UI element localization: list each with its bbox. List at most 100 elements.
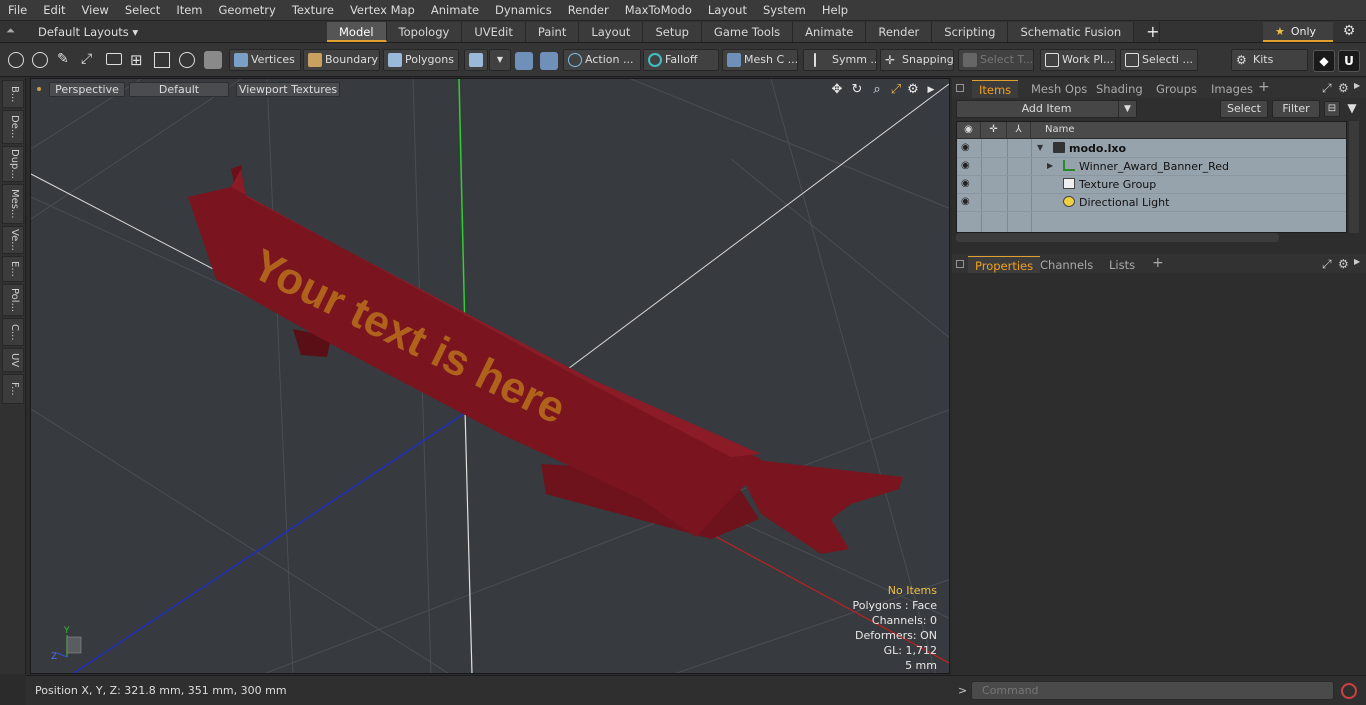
- layers-icon[interactable]: [106, 53, 122, 65]
- properties-arrow-icon[interactable]: ▶: [1354, 257, 1360, 266]
- menu-dynamics[interactable]: Dynamics: [487, 0, 560, 21]
- add-tab-icon[interactable]: +: [1134, 22, 1161, 42]
- tree-vertical-scrollbar[interactable]: [1349, 121, 1359, 233]
- tab-properties[interactable]: Properties: [968, 256, 1041, 274]
- only-toggle[interactable]: ★ Only: [1263, 22, 1333, 42]
- selection-button[interactable]: Selecti ...: [1120, 49, 1198, 71]
- menu-maxtomodo[interactable]: MaxToModo: [617, 0, 700, 21]
- symmetry-button[interactable]: Symm ...: [803, 49, 877, 71]
- filter-button[interactable]: Filter: [1272, 100, 1320, 118]
- menu-render[interactable]: Render: [560, 0, 617, 21]
- tab-schematic-fusion[interactable]: Schematic Fusion: [1008, 22, 1135, 42]
- up-arrow-icon[interactable]: ⏶: [6, 24, 20, 38]
- menu-animate[interactable]: Animate: [423, 0, 487, 21]
- pan-icon[interactable]: ✥: [829, 82, 845, 98]
- strip-tab-basic[interactable]: B...: [2, 80, 24, 108]
- tab-mesh-ops[interactable]: Mesh Ops: [1024, 80, 1094, 98]
- menu-file[interactable]: File: [0, 0, 35, 21]
- funnel-icon[interactable]: ▼: [1344, 101, 1360, 117]
- layout-selector[interactable]: Default Layouts ▾: [30, 23, 146, 41]
- menu-system[interactable]: System: [755, 0, 814, 21]
- select-button[interactable]: Select: [1220, 100, 1268, 118]
- strip-tab-fusion[interactable]: F...: [2, 374, 24, 404]
- tab-lists[interactable]: Lists: [1102, 256, 1142, 274]
- viewport-textures-button[interactable]: Viewport Textures: [236, 82, 340, 97]
- viewport-menu-dot[interactable]: [37, 87, 41, 91]
- tree-row-texture-group[interactable]: ◉ Texture Group: [957, 176, 1346, 194]
- tab-shading[interactable]: Shading: [1089, 80, 1150, 98]
- add-panel-tab-icon[interactable]: +: [1258, 79, 1270, 95]
- tab-scripting[interactable]: Scripting: [932, 22, 1009, 42]
- type-column-icon[interactable]: ⅄: [1007, 122, 1031, 139]
- tab-items[interactable]: Items: [972, 80, 1019, 98]
- menu-item[interactable]: Item: [168, 0, 210, 21]
- shading-mode-button[interactable]: Default: [129, 82, 229, 97]
- cube-icon[interactable]: [204, 51, 222, 69]
- brush-icon[interactable]: ⤢: [81, 51, 92, 67]
- falloff-button[interactable]: Falloff: [643, 49, 719, 71]
- expand-arrow-icon[interactable]: ▶: [1047, 161, 1053, 170]
- shield-icon[interactable]: [515, 52, 533, 70]
- zoom-icon[interactable]: ⌕: [869, 82, 885, 98]
- mesh-constraint-button[interactable]: Mesh C ...: [722, 49, 798, 71]
- tab-channels[interactable]: Channels: [1033, 256, 1100, 274]
- winner-award-banner[interactable]: Your text is here: [188, 165, 903, 554]
- view-type-button[interactable]: Perspective: [49, 82, 125, 97]
- add-item-button[interactable]: Add Item ▼: [956, 100, 1137, 118]
- name-column-header[interactable]: Name: [1031, 122, 1346, 139]
- action-button[interactable]: Action ...: [563, 49, 641, 71]
- polygons-button[interactable]: Polygons: [383, 49, 459, 71]
- menu-vertex-map[interactable]: Vertex Map: [342, 0, 423, 21]
- tab-model[interactable]: Model: [327, 22, 387, 42]
- panel-menu-icon[interactable]: [956, 84, 964, 92]
- item-mode-button[interactable]: [464, 49, 488, 71]
- viewport-scene[interactable]: Your text is here Y Z: [31, 79, 950, 674]
- shield-alt-icon[interactable]: [540, 52, 558, 70]
- menu-view[interactable]: View: [74, 0, 117, 21]
- eye-icon[interactable]: ◉: [961, 161, 973, 171]
- strip-tab-edge[interactable]: E...: [2, 256, 24, 282]
- tree-row-directional-light[interactable]: ◉ Directional Light: [957, 194, 1346, 212]
- boundary-button[interactable]: Boundary: [303, 49, 380, 71]
- tab-setup[interactable]: Setup: [643, 22, 702, 42]
- globe-icon[interactable]: [32, 52, 48, 68]
- vertices-button[interactable]: Vertices: [229, 49, 301, 71]
- stop-icon[interactable]: [1341, 683, 1357, 699]
- unity-icon[interactable]: ◆: [1313, 50, 1335, 72]
- tab-paint[interactable]: Paint: [525, 22, 580, 42]
- tab-layout[interactable]: Layout: [579, 22, 644, 42]
- viewport-arrow-icon[interactable]: ▶: [923, 82, 939, 98]
- properties-expand-icon[interactable]: ⤢: [1322, 257, 1332, 272]
- lock-column-icon[interactable]: ✛: [981, 122, 1007, 139]
- menu-select[interactable]: Select: [117, 0, 168, 21]
- viewport-gear-icon[interactable]: ⚙: [905, 82, 921, 98]
- command-input[interactable]: [971, 681, 1334, 700]
- gear-icon[interactable]: ⚙: [1340, 23, 1358, 41]
- tree-row-banner[interactable]: ◉ ▶ Winner_Award_Banner_Red: [957, 158, 1346, 176]
- panel-arrow-icon[interactable]: ▶: [1354, 81, 1360, 90]
- unreal-icon[interactable]: U: [1338, 50, 1360, 72]
- strip-tab-deform[interactable]: De...: [2, 110, 24, 144]
- square-icon[interactable]: [154, 52, 170, 68]
- maximize-icon[interactable]: ⤢: [888, 82, 904, 98]
- tab-uvedit[interactable]: UVEdit: [462, 22, 526, 42]
- pen-icon[interactable]: ✎: [57, 51, 69, 67]
- kits-button[interactable]: ⚙ Kits: [1231, 49, 1308, 71]
- tab-images[interactable]: Images: [1204, 80, 1260, 98]
- tab-game-tools[interactable]: Game Tools: [701, 22, 794, 42]
- tab-topology[interactable]: Topology: [386, 22, 463, 42]
- circle-select-icon[interactable]: [8, 52, 24, 68]
- strip-tab-curve[interactable]: C...: [2, 318, 24, 346]
- panel-gear-icon[interactable]: ⚙: [1338, 81, 1349, 95]
- visibility-column-icon[interactable]: ◉: [957, 122, 981, 139]
- strip-tab-uv[interactable]: UV: [2, 348, 24, 372]
- expand-panel-icon[interactable]: ⤢: [1322, 81, 1332, 96]
- collapse-icon[interactable]: ⊟: [1324, 101, 1340, 117]
- tab-render[interactable]: Render: [866, 22, 933, 42]
- menu-texture[interactable]: Texture: [284, 0, 342, 21]
- tab-animate[interactable]: Animate: [793, 22, 867, 42]
- strip-tab-mesh-edit[interactable]: Mes...: [2, 184, 24, 224]
- eye-icon[interactable]: ◉: [961, 179, 973, 189]
- collapse-arrow-icon[interactable]: ▼: [1037, 143, 1043, 152]
- tab-groups[interactable]: Groups: [1149, 80, 1204, 98]
